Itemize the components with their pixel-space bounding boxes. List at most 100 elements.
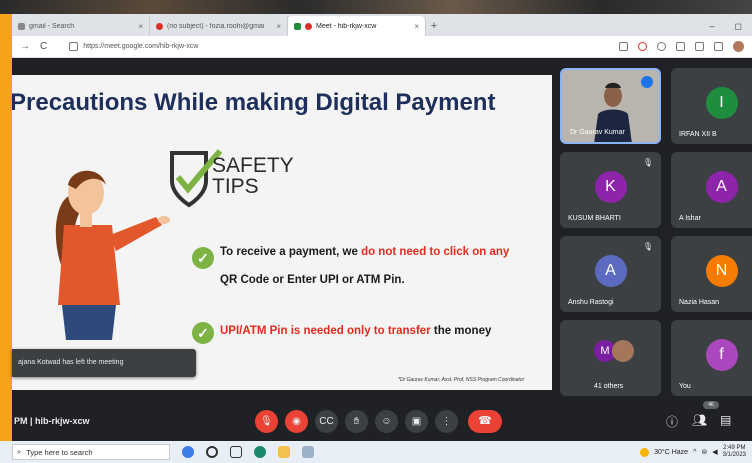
url-field[interactable]: https://meet.google.com/hib-rkjw-xcw bbox=[69, 42, 198, 51]
presentation-slide: Precautions While making Digital Payment… bbox=[12, 75, 552, 390]
present-button[interactable]: ▣ bbox=[405, 410, 428, 433]
people-count-badge: 46 bbox=[703, 401, 719, 409]
participant-name: KUSUM BHARTI bbox=[568, 215, 621, 222]
settings-icon[interactable] bbox=[676, 42, 685, 51]
slide-credit: *Dr Gaurav Kumar, Asst. Prof, NSS Progra… bbox=[398, 377, 525, 383]
participant-name: Dr Gaurav Kumar bbox=[570, 129, 625, 136]
emoji-button[interactable]: ☺ bbox=[375, 410, 398, 433]
participant-name: Nazia Hasan bbox=[679, 299, 720, 306]
app-icon[interactable] bbox=[302, 446, 314, 458]
check-icon: ✓ bbox=[192, 247, 214, 269]
circle-icon[interactable] bbox=[206, 446, 218, 458]
clock[interactable]: 2:49 PM 3/1/2023 bbox=[723, 445, 746, 459]
weather-text: 30°C Haze bbox=[654, 448, 689, 456]
avatar: N bbox=[705, 255, 738, 287]
meet-stage: Precautions While making Digital Payment… bbox=[12, 58, 752, 441]
meeting-code: PM | hib-rkjw-xcw bbox=[14, 416, 90, 426]
participant-tile-presenter[interactable]: Dr Gaurav Kumar bbox=[560, 68, 661, 144]
hang-up-button[interactable]: ☎ bbox=[468, 410, 502, 433]
close-icon[interactable]: × bbox=[138, 22, 143, 31]
reload-icon[interactable]: C bbox=[40, 41, 47, 52]
raise-hand-button[interactable]: ✋︎ bbox=[345, 410, 368, 433]
slide-title: Precautions While making Digital Payment bbox=[12, 89, 496, 116]
avatar: A bbox=[594, 255, 627, 287]
tab-label: gmail - Search bbox=[29, 22, 75, 30]
star-icon[interactable] bbox=[695, 42, 704, 51]
recording-icon bbox=[305, 22, 312, 30]
google-icon bbox=[18, 22, 25, 30]
volume-icon[interactable]: ◀ bbox=[712, 448, 717, 456]
tip-highlight: UPI/ATM Pin is needed only to transfer bbox=[220, 325, 431, 337]
mic-off-icon: 🎙︎ bbox=[642, 158, 653, 167]
minimize-button[interactable]: – bbox=[700, 16, 725, 36]
presenter-illustration bbox=[55, 170, 170, 340]
search-icon: ⌕ bbox=[17, 447, 22, 456]
task-view-icon[interactable] bbox=[230, 446, 242, 458]
recording-indicator-icon[interactable] bbox=[638, 42, 647, 51]
safety-tips-label: SAFETY TIPS bbox=[212, 155, 294, 197]
cortana-icon[interactable] bbox=[182, 446, 194, 458]
close-icon[interactable]: × bbox=[276, 22, 281, 31]
mic-off-button[interactable]: 🎙︎ bbox=[255, 410, 278, 433]
file-explorer-icon[interactable] bbox=[278, 446, 290, 458]
participant-tile[interactable]: 🎙︎ A Anshu Rastogi bbox=[560, 236, 661, 312]
camera-off-button[interactable]: ◉ bbox=[285, 410, 308, 433]
collections-icon[interactable] bbox=[714, 42, 723, 51]
avatar: f bbox=[705, 339, 738, 371]
tab-gmail-message[interactable]: (no subject) - fozia.roohi@gmai × bbox=[150, 16, 288, 36]
more-options-button[interactable]: ⋮ bbox=[435, 410, 458, 433]
meeting-controls-bar: PM | hib-rkjw-xcw 🎙︎ ◉ CC ✋︎ ☺ ▣ ⋮ ☎ ⓘ 👥… bbox=[12, 401, 752, 441]
tab-meet[interactable]: Meet - hib-rkjw-xcw × bbox=[288, 16, 426, 36]
screen: gmail - Search × (no subject) - fozia.ro… bbox=[0, 0, 752, 463]
left-meeting-notification: ajana Kotwad has left the meeting bbox=[12, 349, 196, 377]
check-icon: ✓ bbox=[192, 322, 214, 344]
edge-icon[interactable] bbox=[254, 446, 266, 458]
tab-gmail-search[interactable]: gmail - Search × bbox=[12, 16, 150, 36]
browser-tab-bar: gmail - Search × (no subject) - fozia.ro… bbox=[12, 14, 752, 36]
tips-line: TIPS bbox=[212, 175, 259, 198]
participant-tile[interactable]: I IRFAN XII B bbox=[671, 68, 752, 144]
search-placeholder: Type here to search bbox=[26, 447, 93, 457]
chat-icon[interactable]: ▤ bbox=[720, 413, 731, 427]
participant-name: You bbox=[679, 383, 691, 390]
info-icon[interactable]: ⓘ bbox=[666, 413, 678, 430]
profile-avatar[interactable] bbox=[733, 41, 744, 52]
tab-label: Meet - hib-rkjw-xcw bbox=[316, 22, 377, 30]
url-text: https://meet.google.com/hib-rkjw-xcw bbox=[83, 43, 199, 50]
network-icon[interactable]: ⊜ bbox=[701, 448, 707, 456]
participant-name: Anshu Rastogi bbox=[568, 299, 614, 306]
camera-icon[interactable] bbox=[619, 42, 628, 51]
tip-text: QR Code or Enter UPI or ATM Pin bbox=[220, 274, 402, 286]
forward-icon[interactable]: → bbox=[20, 41, 30, 52]
tip-highlight: do not need to click on any bbox=[361, 246, 510, 258]
participant-name: A Ishar bbox=[679, 215, 701, 222]
avatar: I bbox=[705, 87, 738, 119]
tip-receive-payment: To receive a payment, we do not need to … bbox=[220, 238, 550, 294]
close-icon[interactable]: × bbox=[414, 22, 419, 31]
time: 2:49 PM bbox=[723, 445, 746, 451]
participant-tile[interactable]: A A Ishar bbox=[671, 152, 752, 228]
weather-icon bbox=[640, 447, 650, 457]
participant-tile[interactable]: N Nazia Hasan bbox=[671, 236, 752, 312]
tip-text: . bbox=[401, 274, 405, 286]
taskbar-search[interactable]: ⌕ Type here to search bbox=[12, 444, 170, 460]
maximize-button[interactable]: ◻ bbox=[725, 16, 752, 36]
self-tile[interactable]: f You bbox=[671, 320, 752, 396]
chevron-up-icon[interactable]: ^ bbox=[693, 449, 696, 456]
extension-icon[interactable] bbox=[657, 42, 666, 51]
participant-name: IRFAN XII B bbox=[679, 131, 717, 138]
mic-off-icon: 🎙︎ bbox=[642, 242, 653, 251]
left-frame bbox=[0, 14, 12, 463]
others-tile[interactable]: M 41 others bbox=[560, 320, 661, 396]
participant-tile[interactable]: 🎙︎ K KUSUM BHARTI bbox=[560, 152, 661, 228]
speaking-indicator-icon bbox=[641, 76, 653, 88]
captions-button[interactable]: CC bbox=[315, 410, 338, 433]
people-icon[interactable]: 👥︎ bbox=[692, 413, 707, 427]
photo-strip bbox=[0, 0, 752, 14]
date: 3/1/2023 bbox=[722, 452, 746, 458]
system-tray: 30°C Haze ^ ⊜ ◀ 2:49 PM 3/1/2023 bbox=[640, 445, 752, 459]
gmail-icon bbox=[156, 22, 163, 30]
new-tab-button[interactable]: + bbox=[426, 16, 442, 36]
tip-text: the money bbox=[433, 325, 492, 337]
lock-icon bbox=[69, 42, 79, 51]
